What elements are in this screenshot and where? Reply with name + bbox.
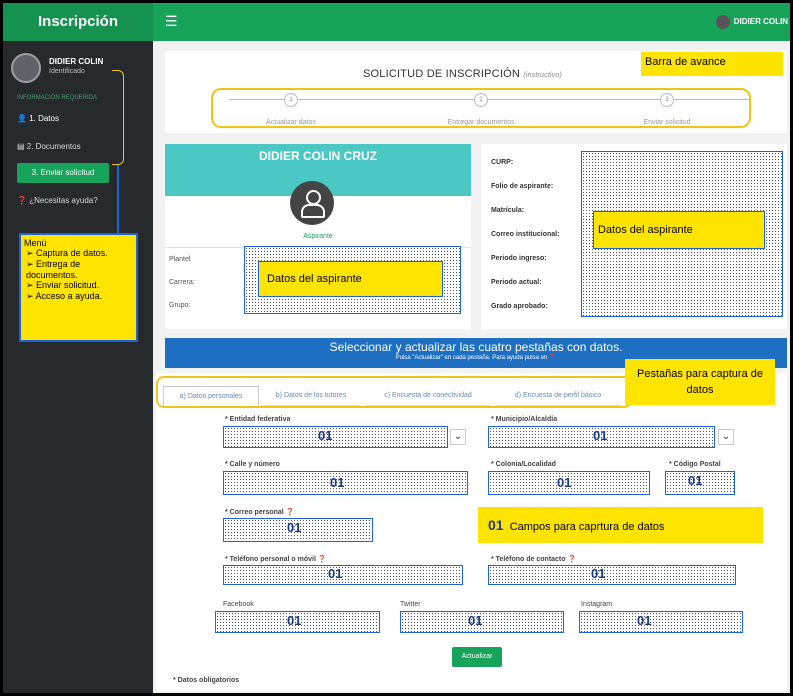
- label-facebook: Facebook: [223, 601, 254, 608]
- fields-callout: 01 Campos para caprtura de datos: [478, 507, 763, 543]
- field-label-periodo-ingreso: Periodo ingreso:: [491, 255, 547, 262]
- step-3: 3: [660, 93, 674, 107]
- menu-note-item: Enviar solicitud.: [26, 280, 133, 291]
- label-twitter: Twitter: [400, 601, 421, 608]
- field-code: 01: [328, 566, 343, 581]
- label-tel-contacto: * Teléfono de contacto ❓: [491, 556, 577, 563]
- instructivo-link[interactable]: (instructivo): [523, 72, 562, 79]
- sidebar-item-documentos[interactable]: ▤ 2. Documentos: [17, 142, 81, 151]
- instagram-input[interactable]: [579, 611, 743, 633]
- menu-connector: [117, 165, 119, 235]
- menu-note-title: Menú: [24, 238, 47, 248]
- tabs-callout: Pestañas para captura de datos: [625, 359, 775, 405]
- user-icon: 👤: [17, 114, 30, 123]
- tel-personal-input[interactable]: [223, 565, 463, 585]
- field-code: 01: [557, 475, 572, 490]
- entidad-select[interactable]: [223, 426, 448, 448]
- app-title: Inscripción: [3, 3, 153, 41]
- label-municipio: * Municipio/Alcaldía: [491, 416, 558, 423]
- field-code: 01: [488, 517, 504, 533]
- profile-avatar-icon: [290, 181, 334, 225]
- label-entidad: * Entidad federativa: [225, 416, 291, 423]
- chevron-down-icon[interactable]: ⌄: [450, 429, 466, 445]
- label-cp: * Código Postal: [669, 461, 721, 468]
- step-label-1: Actualizar datos: [266, 119, 316, 126]
- sidebar-user-status: Identificado: [49, 68, 85, 75]
- field-code: 01: [688, 473, 703, 488]
- document-icon: ▤: [17, 142, 27, 151]
- sidebar-item-ayuda[interactable]: ❓ ¿Necesitas ayuda?: [17, 196, 98, 205]
- sidebar-item-datos[interactable]: 👤 1. Datos: [17, 114, 59, 123]
- label-correo: * Correo personal ❓: [225, 509, 295, 516]
- profile-callout-left: Datos del aspirante: [258, 261, 443, 297]
- field-label-plantel: Plantel: [169, 256, 191, 263]
- label-calle: * Calle y número: [225, 461, 280, 468]
- menu-note-item: Entrega de documentos.: [26, 259, 133, 280]
- field-code: 01: [287, 613, 302, 628]
- step-1: 1: [284, 93, 298, 107]
- sidebar-section-title: INFORMACIÓN REQUERIDA: [17, 95, 98, 101]
- tel-contacto-input[interactable]: [488, 565, 736, 585]
- calle-input[interactable]: [223, 471, 468, 495]
- fields-legend: Campos para caprtura de datos: [509, 521, 665, 533]
- field-label-grado: Grado aprobado:: [491, 303, 548, 310]
- top-bar: Inscripción ☰ DIDIER COLIN: [3, 3, 790, 41]
- field-code: 01: [287, 520, 302, 535]
- avatar-icon: [715, 15, 730, 29]
- field-label-periodo-actual: Periodo actual:: [491, 279, 542, 286]
- sidebar-user: DIDIER COLIN Identificado: [11, 53, 151, 87]
- field-code: 01: [318, 428, 333, 443]
- sidebar: DIDIER COLIN Identificado INFORMACIÓN RE…: [3, 41, 153, 693]
- profile-callout-right: Datos del aspirante: [593, 211, 765, 249]
- mandatory-note: * Datos obligatorios: [173, 677, 240, 684]
- user-menu[interactable]: DIDIER COLIN: [715, 15, 788, 29]
- field-code: 01: [591, 566, 606, 581]
- profile-role: Aspirante: [303, 233, 333, 240]
- tabs-highlight: [156, 376, 632, 408]
- user-name-top: DIDIER COLIN: [733, 17, 788, 27]
- menu-note-item: Captura de datos.: [26, 248, 133, 259]
- step-2: 2: [474, 93, 488, 107]
- field-label-matricula: Matrícula:: [491, 207, 525, 214]
- page-title: SOLICITUD DE INSCRIPCIÓN (instructivo): [363, 68, 563, 80]
- menu-note-item: Acceso a ayuda.: [26, 291, 133, 302]
- avatar: [11, 53, 41, 83]
- main-content: SOLICITUD DE INSCRIPCIÓN (instructivo) B…: [153, 41, 790, 693]
- step-label-2: Entregar documentos: [447, 119, 515, 126]
- field-label-correo-inst: Correo institucional:: [491, 231, 560, 238]
- menu-toggle-icon[interactable]: ☰: [165, 13, 178, 30]
- label-tel-personal: * Teléfono personal o móvil ❓: [225, 556, 327, 563]
- field-label-folio: Folio de aspirante:: [491, 183, 554, 190]
- banner-title: Seleccionar y actualizar las cuatro pest…: [329, 340, 623, 354]
- update-button[interactable]: Actualizar: [452, 647, 502, 667]
- label-instagram: Instagram: [581, 601, 613, 608]
- menu-brace: [112, 70, 124, 165]
- menu-note: Menú Captura de datos. Entrega de docume…: [19, 233, 138, 342]
- field-code: 01: [637, 613, 652, 628]
- field-label-curp: CURP:: [491, 159, 514, 166]
- label-colonia: * Colonia/Localidad: [491, 461, 556, 468]
- field-code: 01: [593, 428, 608, 443]
- progress-callout: Barra de avance: [641, 52, 783, 76]
- sidebar-user-name: DIDIER COLIN: [49, 57, 104, 66]
- field-code: 01: [330, 475, 345, 490]
- step-label-3: Enviar solicitud: [643, 119, 691, 126]
- field-label-grupo: Grupo:: [169, 302, 191, 309]
- chevron-down-icon[interactable]: ⌄: [718, 429, 734, 445]
- help-icon: ❓: [17, 196, 30, 205]
- field-label-carrera: Carrera:: [169, 279, 195, 286]
- field-code: 01: [468, 613, 483, 628]
- profile-name: DIDIER COLIN CRUZ: [259, 149, 377, 163]
- sidebar-item-enviar-solicitud[interactable]: 3. Enviar solicitud: [17, 163, 109, 183]
